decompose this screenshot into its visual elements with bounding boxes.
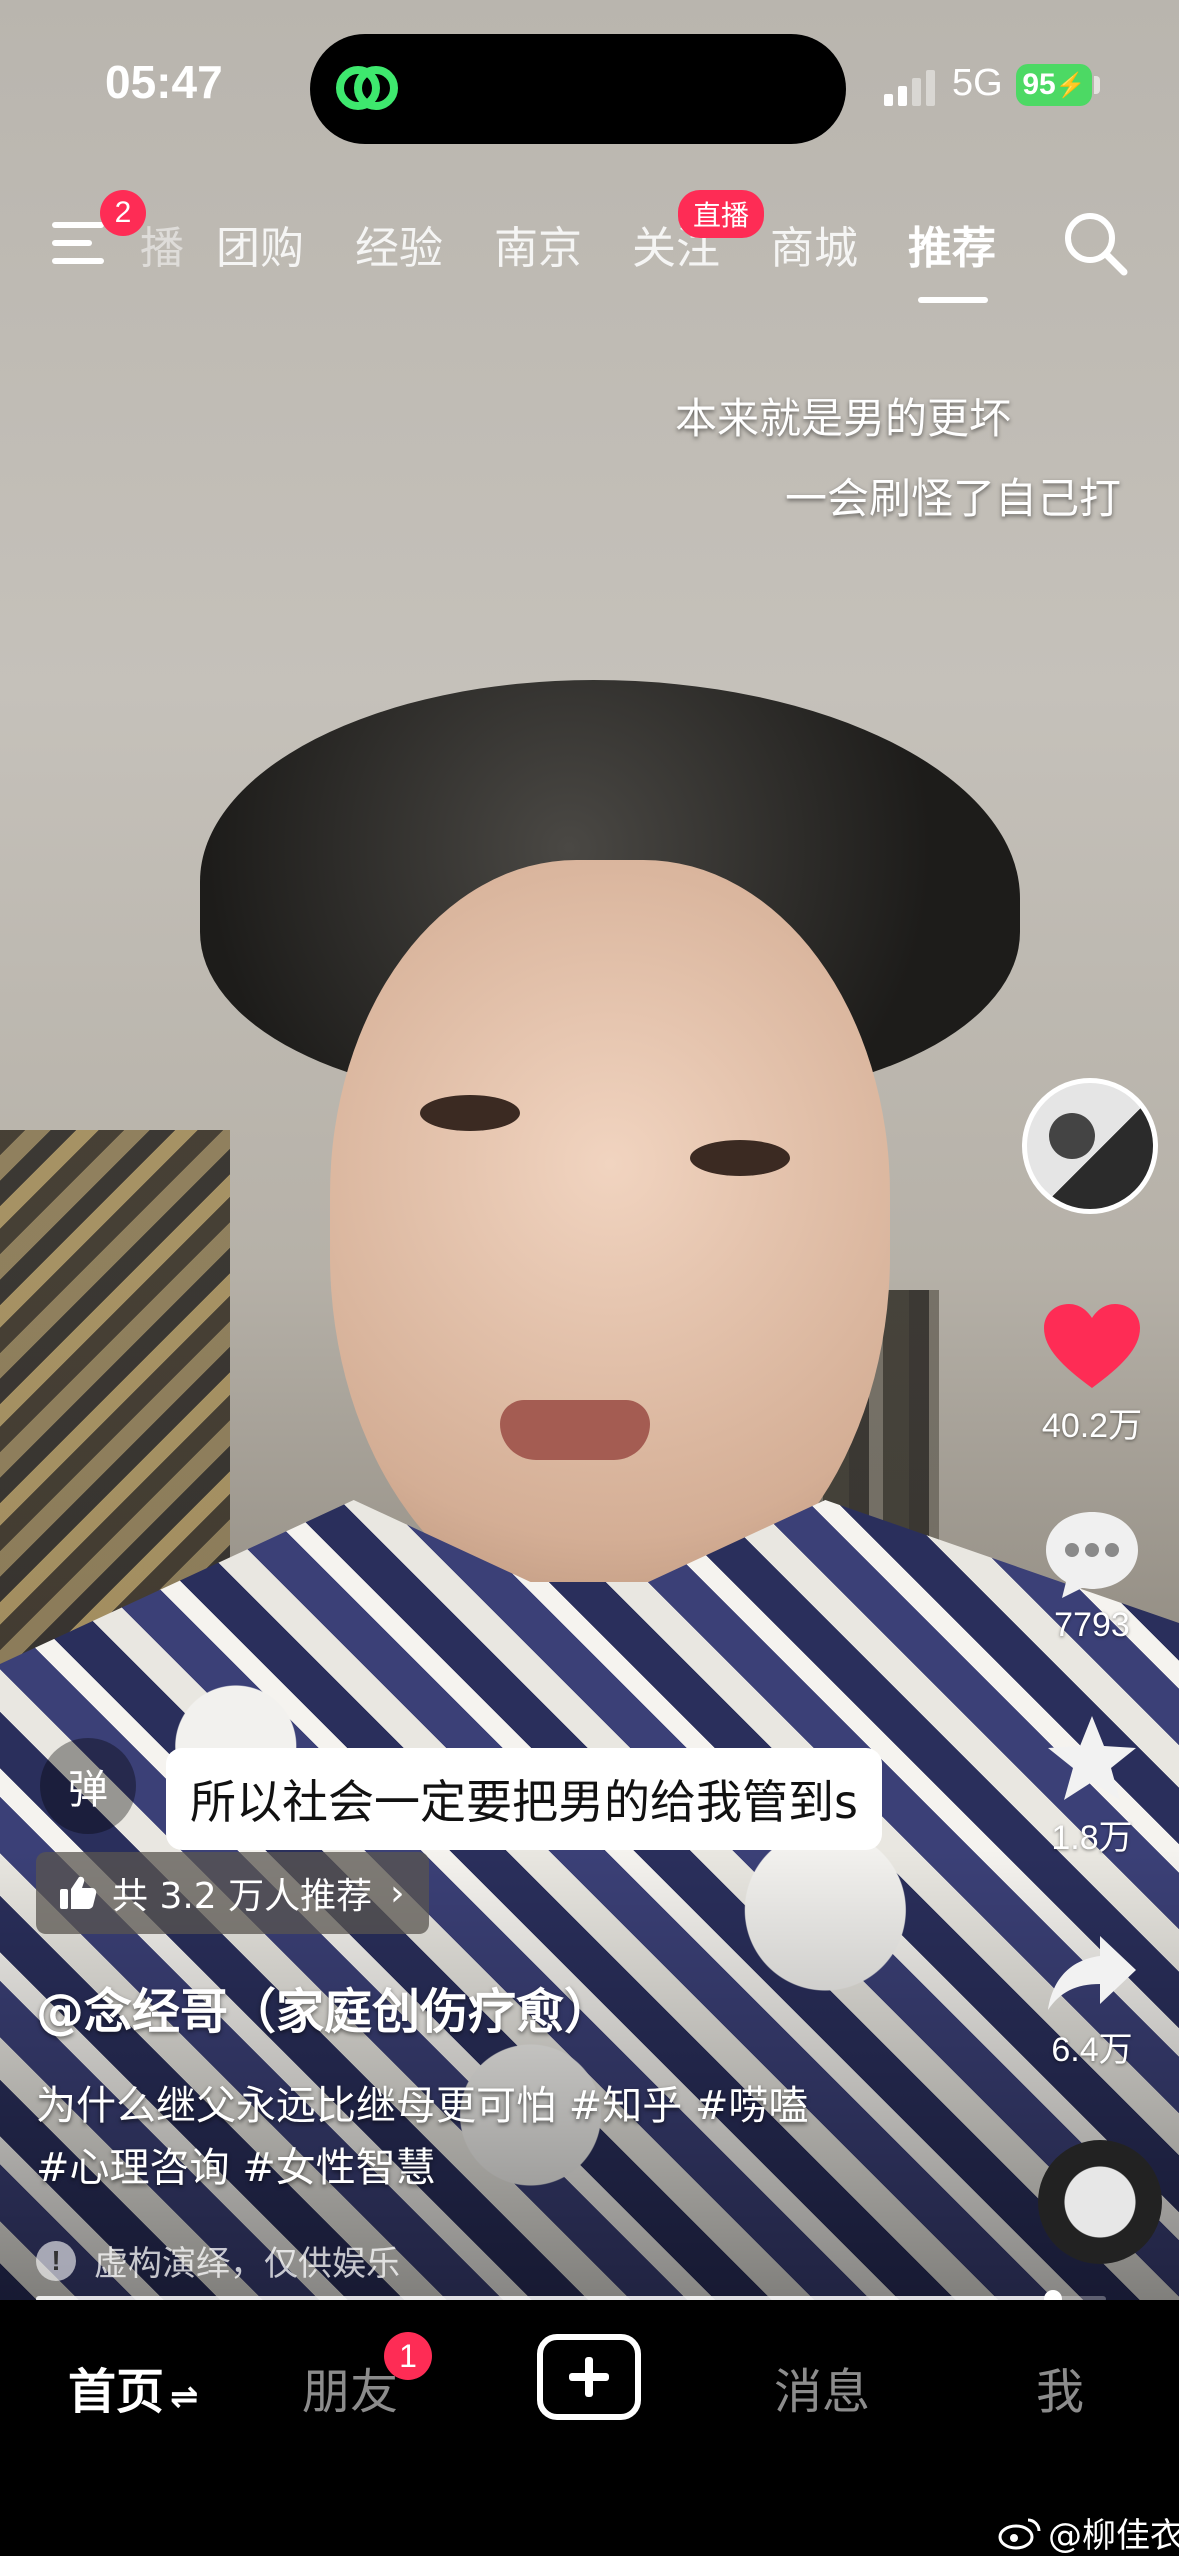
watermark-text: @柳佳衣: [1048, 2516, 1179, 2556]
warning-icon: !: [36, 2240, 76, 2281]
menu-icon-line: [52, 240, 92, 246]
battery-tip: [1094, 76, 1100, 94]
status-time: 05:47: [105, 56, 223, 108]
live-badge: 直播: [678, 190, 764, 238]
recommend-chip[interactable]: 共 3.2 万人推荐 ›: [36, 1852, 429, 1934]
video-description: 为什么继父永远比继母更可怕 #知乎 #唠嗑 #心理咨询 #女性智慧: [36, 2075, 916, 2199]
author-avatar[interactable]: [1022, 1078, 1158, 1214]
search-icon[interactable]: [1060, 208, 1130, 278]
person-eye-left: [420, 1095, 520, 1131]
nav-home-label: 首页: [68, 2364, 165, 2420]
favorite-count: 1.8万: [1051, 1819, 1133, 1857]
weibo-watermark: @柳佳衣: [998, 2508, 1179, 2556]
menu-icon-line: [52, 258, 104, 264]
tab-nanjing[interactable]: 南京: [494, 212, 582, 276]
tab-experience[interactable]: 经验: [355, 212, 443, 276]
battery-level: 95: [1022, 68, 1056, 101]
battery-indicator: 95 ⚡: [1016, 64, 1092, 106]
nav-friends[interactable]: 朋友: [302, 2352, 398, 2422]
video-overlay-text: 一会刷怪了自己打: [784, 474, 1121, 523]
charging-icon: ⚡: [1055, 71, 1086, 99]
nav-me[interactable]: 我: [1036, 2352, 1084, 2422]
share-count: 6.4万: [1051, 2031, 1133, 2069]
author-name[interactable]: @念经哥（家庭创伤疗愈）: [36, 1972, 612, 2042]
comment-icon: [1046, 1512, 1138, 1598]
share-arrow-icon: [1048, 1936, 1136, 2010]
swap-icon: ⇌: [170, 2377, 199, 2417]
nav-home[interactable]: 首页 ⇌: [68, 2352, 199, 2422]
douyin-screen: 05:47 5G 95 ⚡ 2 播 团购 经验 南京 关注 直播 商城 推荐 本来…: [0, 0, 1179, 2556]
music-disc[interactable]: [1038, 2140, 1162, 2264]
link-app-icon: [336, 66, 398, 110]
friends-badge: 1: [384, 2332, 432, 2380]
tab-group-buy[interactable]: 团购: [216, 212, 304, 276]
description-line: #心理咨询 #女性智慧: [36, 2145, 436, 2191]
weibo-icon: [998, 2518, 1041, 2549]
avatar-person: [1049, 1113, 1095, 1159]
nav-messages[interactable]: 消息: [774, 2352, 870, 2422]
tab-recommend[interactable]: 推荐: [908, 212, 996, 276]
network-type: 5G: [952, 62, 1003, 104]
create-button[interactable]: [537, 2334, 641, 2420]
video-player[interactable]: [0, 0, 1179, 2320]
video-subtitle: 所以社会一定要把男的给我管到s: [166, 1748, 882, 1850]
danmaku-label: 弹: [68, 1767, 108, 1813]
person-mouth: [500, 1400, 650, 1460]
comment-button[interactable]: 7793: [1032, 1508, 1152, 1645]
heart-icon: [1044, 1304, 1140, 1388]
active-tab-indicator: [918, 297, 988, 303]
person-eye-right: [690, 1140, 790, 1176]
share-button[interactable]: 6.4万: [1032, 1930, 1152, 2071]
signal-icon: [884, 70, 935, 106]
like-count: 40.2万: [1041, 1407, 1143, 1445]
fiction-disclaimer: ! 虚构演绎，仅供娱乐: [36, 2236, 400, 2285]
plus-icon: [569, 2357, 609, 2397]
danmaku-toggle[interactable]: 弹: [40, 1738, 136, 1834]
thumbs-up-icon: [60, 1876, 97, 1909]
disclaimer-text: 虚构演绎，仅供娱乐: [94, 2244, 400, 2284]
tab-partial[interactable]: 播: [140, 212, 184, 276]
tab-mall[interactable]: 商城: [770, 212, 858, 276]
like-button[interactable]: 40.2万: [1032, 1302, 1152, 1447]
star-icon: [1048, 1716, 1136, 1800]
recommend-text: 共 3.2 万人推荐: [112, 1876, 373, 1917]
menu-button[interactable]: [52, 220, 108, 268]
chevron-right-icon: ›: [390, 1872, 405, 1914]
video-overlay-text: 本来就是男的更坏: [674, 394, 1011, 443]
favorite-button[interactable]: 1.8万: [1032, 1712, 1152, 1859]
person-face: [330, 860, 890, 1620]
comment-count: 7793: [1054, 1606, 1130, 1644]
description-line: 为什么继父永远比继母更可怕 #知乎 #唠嗑: [36, 2083, 809, 2129]
menu-icon-line: [52, 222, 104, 228]
